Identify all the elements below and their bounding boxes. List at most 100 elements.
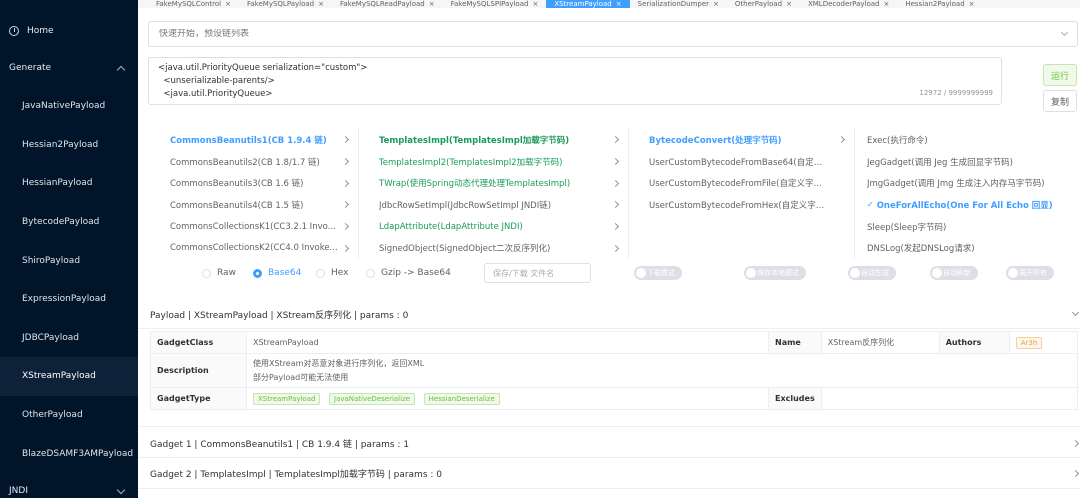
tab-label: FakeMySQLControl [156, 0, 222, 8]
radio-base64[interactable]: Base64 [253, 268, 301, 278]
radio-raw[interactable]: Raw [202, 268, 236, 278]
gadget2-panel-header[interactable]: Gadget 2 | TemplatesImpl | TemplatesImpl… [150, 462, 1080, 484]
cascader-option[interactable]: JdbcRowSetImpl(JdbcRowSetImpl JNDI链) [359, 194, 628, 216]
panel-title: Gadget 2 | TemplatesImpl | TemplatesImpl… [150, 469, 442, 480]
cascader-option[interactable]: CommonsBeanutils3(CB 1.6 链) [150, 172, 358, 194]
payload-output-textarea[interactable]: <java.util.PriorityQueue serialization="… [148, 57, 1002, 105]
sidebar-item-hessian2payload[interactable]: Hessian2Payload [0, 126, 138, 165]
cascader-option[interactable]: LdapAttribute(LdapAttribute JNDI) [359, 216, 628, 238]
cascader-option[interactable]: TemplatesImpl2(TemplatesImpl2加载字节码) [359, 151, 628, 173]
cascader-option[interactable]: UserCustomBytecodeFromFile(自定义字节... [629, 172, 854, 194]
divider [138, 488, 1080, 489]
close-icon[interactable]: × [616, 0, 622, 8]
sidebar-item-expressionpayload[interactable]: ExpressionPayload [0, 280, 138, 319]
cascader-option[interactable]: DNSLog(发起DNSLog请求) [855, 237, 1080, 259]
cascader-option[interactable]: CommonsBeanutils2(CB 1.8/1.7 链) [150, 151, 358, 173]
cascader-option[interactable]: CommonsBeanutils4(CB 1.5 链) [150, 194, 358, 216]
preset-chain-select[interactable] [148, 21, 1078, 47]
gadget-type-value: XStreamPayload JavaNativeDeserialize Hes… [246, 387, 769, 410]
panel-title: Payload | XStreamPayload | XStream反序列化 |… [150, 310, 409, 321]
tab-otherpayload[interactable]: OtherPayload × [727, 0, 800, 8]
sidebar-item-shiropayload[interactable]: ShiroPayload [0, 241, 138, 280]
tab-label: Hessian2Payload [905, 0, 965, 8]
preset-chain-input[interactable] [159, 29, 859, 39]
option-label: JdbcRowSetImpl(JdbcRowSetImpl JNDI链) [379, 200, 552, 211]
close-icon[interactable]: × [786, 0, 792, 8]
cascader-option[interactable]: CommonsBeanutils1(CB 1.9.4 链) [150, 129, 358, 151]
cascader-option[interactable]: UserCustomBytecodeFromBase64(自定义... [629, 151, 854, 173]
cascader-column-2: TemplatesImpl(TemplatesImpl加载字节码) Templa… [359, 127, 629, 259]
check-icon: ✓ [867, 200, 874, 210]
cascader-option[interactable]: UserCustomBytecodeFromHex(自定义字节... [629, 194, 854, 216]
radio-circle [202, 268, 211, 278]
sidebar-item-hessianpayload[interactable]: HessianPayload [0, 164, 138, 203]
sidebar-item-jdbcpayload[interactable]: JDBCPayload [0, 319, 138, 358]
close-icon[interactable]: × [532, 0, 538, 8]
option-label: CommonsBeanutils3(CB 1.6 链) [170, 179, 304, 190]
editor-line: <java.util.PriorityQueue> [158, 89, 273, 99]
tab-xstreampayload[interactable]: XStreamPayload × [546, 0, 630, 8]
radio-gzip-base64[interactable]: Gzip -> Base64 [366, 268, 451, 278]
name-label: Name [768, 331, 822, 354]
close-icon[interactable]: × [883, 0, 889, 8]
sidebar-home-label: Home [27, 26, 54, 36]
close-icon[interactable]: × [318, 0, 324, 8]
tab-label: FakeMySQLSPIPayload [450, 0, 529, 8]
cascader-option[interactable]: JmgGadget(调用 Jmg 生成注入内存马字节码) [855, 172, 1080, 194]
radio-hex[interactable]: Hex [316, 268, 348, 278]
chevron-right-icon [341, 157, 350, 166]
payload-panel-header[interactable]: Payload | XStreamPayload | XStream反序列化 |… [150, 303, 1080, 325]
toggle-auto-generate[interactable]: 自动生成 [848, 266, 896, 280]
sidebar-item-otherpayload[interactable]: OtherPayload [0, 396, 138, 435]
sidebar-generate-label: Generate [9, 63, 52, 73]
divider [138, 328, 1080, 329]
cascader-column-3: BytecodeConvert(处理字节码) UserCustomBytecod… [629, 127, 855, 259]
sidebar-item-xstreampayload[interactable]: XStreamPayload [0, 357, 138, 396]
toggle-expand-all[interactable]: 展开所有 [1006, 266, 1054, 280]
toggle-save-local-mode[interactable]: 保存本地模式 [744, 266, 806, 280]
sidebar-item-bytecodepayload[interactable]: BytecodePayload [0, 203, 138, 242]
cascader-option[interactable]: Exec(执行命令) [855, 129, 1080, 151]
tab-label: XStreamPayload [554, 0, 612, 8]
cascader-option[interactable]: Sleep(Sleep字节码) [855, 216, 1080, 238]
chevron-right-icon [611, 223, 620, 231]
close-icon[interactable]: × [225, 0, 231, 8]
close-icon[interactable]: × [969, 0, 975, 8]
close-icon[interactable]: × [429, 0, 435, 8]
cascader-option[interactable]: SignedObject(SignedObject二次反序列化) [359, 237, 628, 259]
sidebar-home[interactable]: Home [0, 19, 138, 43]
cascader-option[interactable]: CommonsCollectionsK1(CC3.2.1 Invo... [150, 216, 358, 238]
sidebar-item-blazedsamf3ampayload[interactable]: BlazeDSAMF3AMPayload [0, 434, 138, 473]
run-button[interactable]: 运行 [1043, 64, 1077, 86]
tab-fakemysqlcontrol[interactable]: FakeMySQLControl × [148, 0, 239, 8]
cascader-option[interactable]: CommonsCollectionsK2(CC4.0 Invoke... [150, 237, 358, 259]
toggle-download-mode[interactable]: 下载模式 [634, 266, 682, 280]
sidebar-jndi[interactable]: JNDI [0, 484, 138, 498]
sidebar-generate[interactable]: Generate [0, 56, 138, 80]
gadget-type-tag: HessianDeserialize [423, 392, 500, 405]
cascader-option[interactable]: TemplatesImpl(TemplatesImpl加载字节码) [359, 129, 628, 151]
cascader-option[interactable]: JegGadget(调用 Jeg 生成回显字节码) [855, 151, 1080, 173]
tab-fakemysqlpayload[interactable]: FakeMySQLPayload × [239, 0, 332, 8]
gadget1-panel-header[interactable]: Gadget 1 | CommonsBeanutils1 | CB 1.9.4 … [150, 432, 1080, 454]
cascader-option[interactable]: TWrap(使用Spring动态代理处理TemplatesImpl) [359, 172, 628, 194]
tab-fakemysqlspipayload[interactable]: FakeMySQLSPIPayload × [443, 0, 547, 8]
cascader-option[interactable]: ✓ OneForAllEcho(One For All Echo 回显) [855, 194, 1080, 216]
tab-hessian2payload[interactable]: Hessian2Payload × [897, 0, 982, 8]
tab-xmldecoderpayload[interactable]: XMLDecoderPayload × [800, 0, 897, 8]
gadget-info-table: GadgetClass XStreamPayload Name XStream反… [150, 331, 1079, 410]
close-icon[interactable]: × [713, 0, 719, 8]
option-label: LdapAttribute(LdapAttribute JNDI) [379, 221, 523, 232]
sidebar-item-javanativepayload[interactable]: JavaNativePayload [0, 87, 138, 126]
tab-label: OtherPayload [734, 0, 783, 8]
copy-button[interactable]: 复制 [1043, 90, 1077, 112]
save-filename-input[interactable]: 保存/下载 文件名 [484, 263, 591, 283]
tab-serializationdumper[interactable]: SerializationDumper × [630, 0, 727, 8]
tab-fakemysqlreadpayload[interactable]: FakeMySQLReadPayload × [332, 0, 443, 8]
tab-bar: FakeMySQLControl × FakeMySQLPayload × Fake… [138, 0, 1080, 8]
tab-label: SerializationDumper [637, 0, 710, 8]
author-tag: Ar3h [1015, 336, 1043, 349]
gadget-class-value: XStreamPayload [246, 331, 769, 354]
toggle-auto-refresh[interactable]: 自动刷新 [930, 266, 978, 280]
cascader-option[interactable]: BytecodeConvert(处理字节码) [629, 129, 854, 151]
